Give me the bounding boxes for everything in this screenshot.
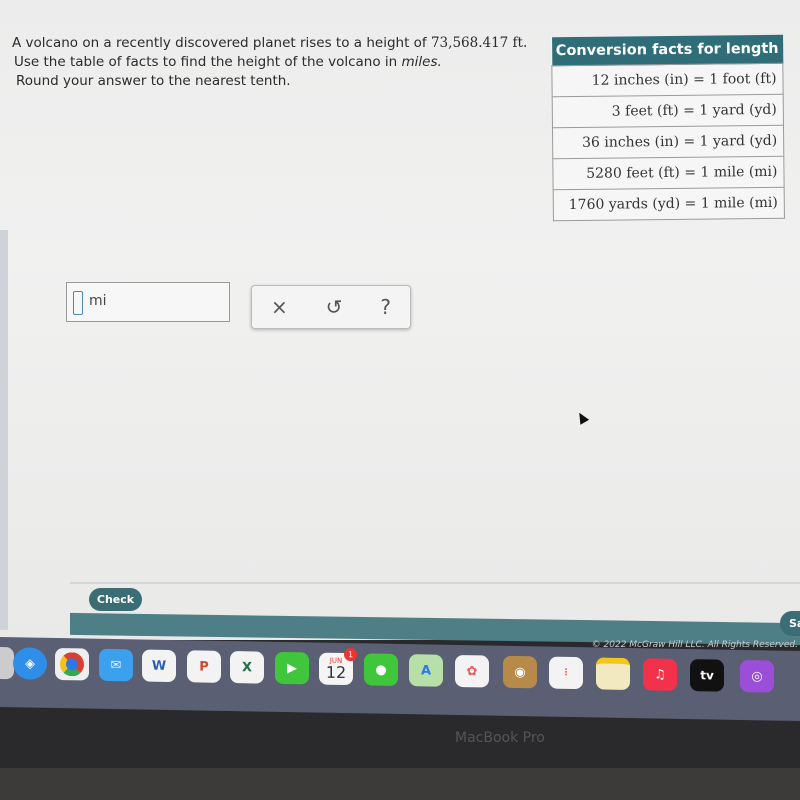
- question-text: A volcano on a recently discovered plane…: [12, 34, 527, 91]
- divider: [70, 582, 800, 584]
- dock-music-icon[interactable]: ♫: [643, 658, 677, 691]
- dock-reminders-icon[interactable]: ⋮: [549, 656, 583, 690]
- clear-button[interactable]: ×: [271, 295, 288, 319]
- undo-button[interactable]: ↺: [326, 295, 343, 319]
- device-brand: MacBook Pro: [455, 730, 545, 746]
- dock-appletv-icon[interactable]: tv: [690, 659, 724, 692]
- dock-safari-icon[interactable]: ◈: [13, 647, 47, 680]
- table-row: 3 feet (ft) = 1 yard (yd): [552, 94, 784, 128]
- answer-input[interactable]: mi: [66, 282, 230, 322]
- dock-excel-icon[interactable]: X: [230, 651, 264, 684]
- help-button[interactable]: ?: [380, 295, 391, 319]
- dock-maps-icon[interactable]: A: [409, 654, 443, 687]
- table-row: 1760 yards (yd) = 1 mile (mi): [553, 187, 785, 221]
- dock-chrome-icon[interactable]: [55, 647, 89, 681]
- dock-facetime-icon[interactable]: ▶: [275, 651, 309, 685]
- dock-contacts-icon[interactable]: ◉: [503, 655, 537, 689]
- table-row: 12 inches (in) = 1 foot (ft): [551, 63, 784, 97]
- dock-podcasts-icon[interactable]: ◎: [740, 659, 774, 693]
- dock-powerpoint-icon[interactable]: P: [187, 650, 221, 683]
- input-caret: [73, 291, 83, 315]
- browser-page: A volcano on a recently discovered plane…: [0, 0, 800, 646]
- dock-photos-icon[interactable]: ✿: [455, 654, 489, 688]
- answer-unit: mi: [89, 293, 107, 309]
- dock-word-icon[interactable]: W: [142, 649, 176, 683]
- appletv-label: tv: [700, 668, 714, 683]
- dock-finder-icon[interactable]: [0, 646, 14, 680]
- dock: ◈ ✉ W P X ▶ JUN 12 1 ● A ✿ ◉ ⋮ ♫ tv ◎: [0, 637, 800, 721]
- save-button[interactable]: Sa: [780, 611, 800, 636]
- conversion-table: Conversion facts for length 12 inches (i…: [551, 34, 785, 222]
- table-header: Conversion facts for length: [551, 34, 783, 66]
- calendar-day: 12: [325, 662, 347, 683]
- volcano-height: 73,568.417 ft.: [430, 35, 528, 51]
- question-line-2: Use the table of facts to find the heigh…: [14, 54, 402, 70]
- dock-mail-icon[interactable]: ✉: [99, 648, 133, 682]
- calendar-badge: 1: [344, 648, 357, 662]
- dock-calendar-icon[interactable]: JUN 12 1: [319, 648, 357, 686]
- target-unit: miles.: [401, 54, 442, 70]
- table-row: 36 inches (in) = 1 yard (yd): [552, 125, 784, 159]
- check-button[interactable]: Check: [89, 588, 142, 611]
- answer-tools: × ↺ ?: [251, 285, 411, 329]
- keyboard-area: [0, 768, 800, 800]
- table-row: 5280 feet (ft) = 1 mile (mi): [552, 156, 785, 190]
- mouse-pointer-icon: [574, 410, 590, 425]
- dock-notes-icon[interactable]: [596, 657, 630, 691]
- dock-messages-icon[interactable]: ●: [364, 653, 398, 686]
- question-line-1: A volcano on a recently discovered plane…: [12, 35, 431, 51]
- question-line-3: Round your answer to the nearest tenth.: [16, 73, 291, 89]
- left-panel: [0, 230, 8, 630]
